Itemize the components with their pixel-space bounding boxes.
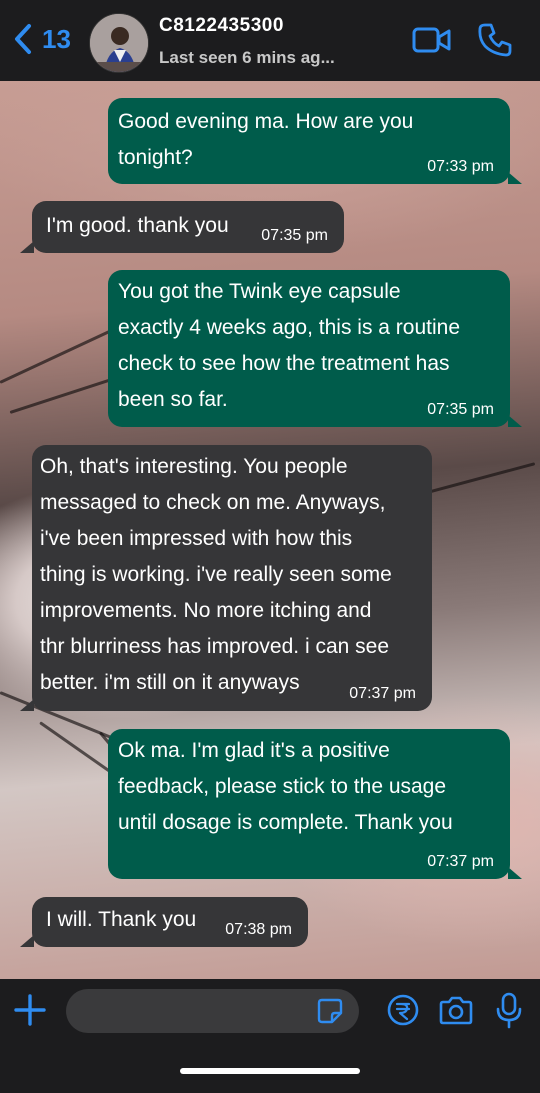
payment-icon[interactable] — [386, 993, 420, 1027]
chat-header: 13 C8122435300 Last seen 6 mins ag... — [0, 0, 540, 81]
message-time: 07:37 pm — [427, 853, 494, 870]
chevron-left-icon — [15, 24, 31, 54]
camera-icon[interactable] — [439, 994, 473, 1026]
contact-name[interactable]: C8122435300 — [159, 15, 284, 37]
message-time: 07:33 pm — [427, 158, 494, 175]
message-time: 07:35 pm — [427, 401, 494, 418]
microphone-icon[interactable] — [495, 991, 523, 1029]
avatar-image — [90, 14, 148, 72]
bubble-tail — [508, 172, 522, 184]
message-bubble-outgoing[interactable]: You got the Twink eye capsule exactly 4 … — [108, 270, 522, 427]
last-seen-status: Last seen 6 mins ag... — [159, 48, 335, 67]
avatar[interactable] — [89, 13, 149, 73]
bubble-tail — [508, 415, 522, 427]
message-bubble-incoming[interactable]: I'm good. thank you 07:35 pm — [20, 201, 344, 253]
home-indicator — [180, 1068, 360, 1074]
phone-icon[interactable] — [477, 22, 513, 58]
bubble-tail — [20, 699, 34, 711]
message-bubble-outgoing[interactable]: Ok ma. I'm glad it's a positive feedback… — [108, 729, 522, 879]
video-call-icon[interactable] — [412, 24, 452, 56]
back-button[interactable]: 13 — [12, 22, 71, 56]
message-input[interactable] — [66, 989, 359, 1033]
message-time: 07:35 pm — [261, 227, 328, 244]
plus-icon[interactable] — [14, 992, 46, 1028]
message-bubble-incoming[interactable]: I will. Thank you 07:38 pm — [20, 897, 308, 947]
message-bubble-incoming[interactable]: Oh, that's interesting. You people messa… — [20, 445, 432, 711]
bubble-tail — [508, 867, 522, 879]
bubble-tail — [20, 935, 34, 947]
message-text: Oh, that's interesting. You people messa… — [40, 455, 392, 694]
bubble-tail — [20, 241, 34, 253]
unread-count: 13 — [42, 23, 71, 54]
message-time: 07:37 pm — [349, 685, 416, 702]
message-text: You got the Twink eye capsule exactly 4 … — [118, 280, 461, 411]
sticker-icon[interactable] — [317, 998, 343, 1024]
chat-messages[interactable]: Good evening ma. How are you tonight? 07… — [0, 81, 540, 979]
message-text: Ok ma. I'm glad it's a positive feedback… — [118, 739, 453, 834]
message-time: 07:38 pm — [225, 921, 292, 938]
message-bubble-outgoing[interactable]: Good evening ma. How are you tonight? 07… — [108, 98, 522, 184]
